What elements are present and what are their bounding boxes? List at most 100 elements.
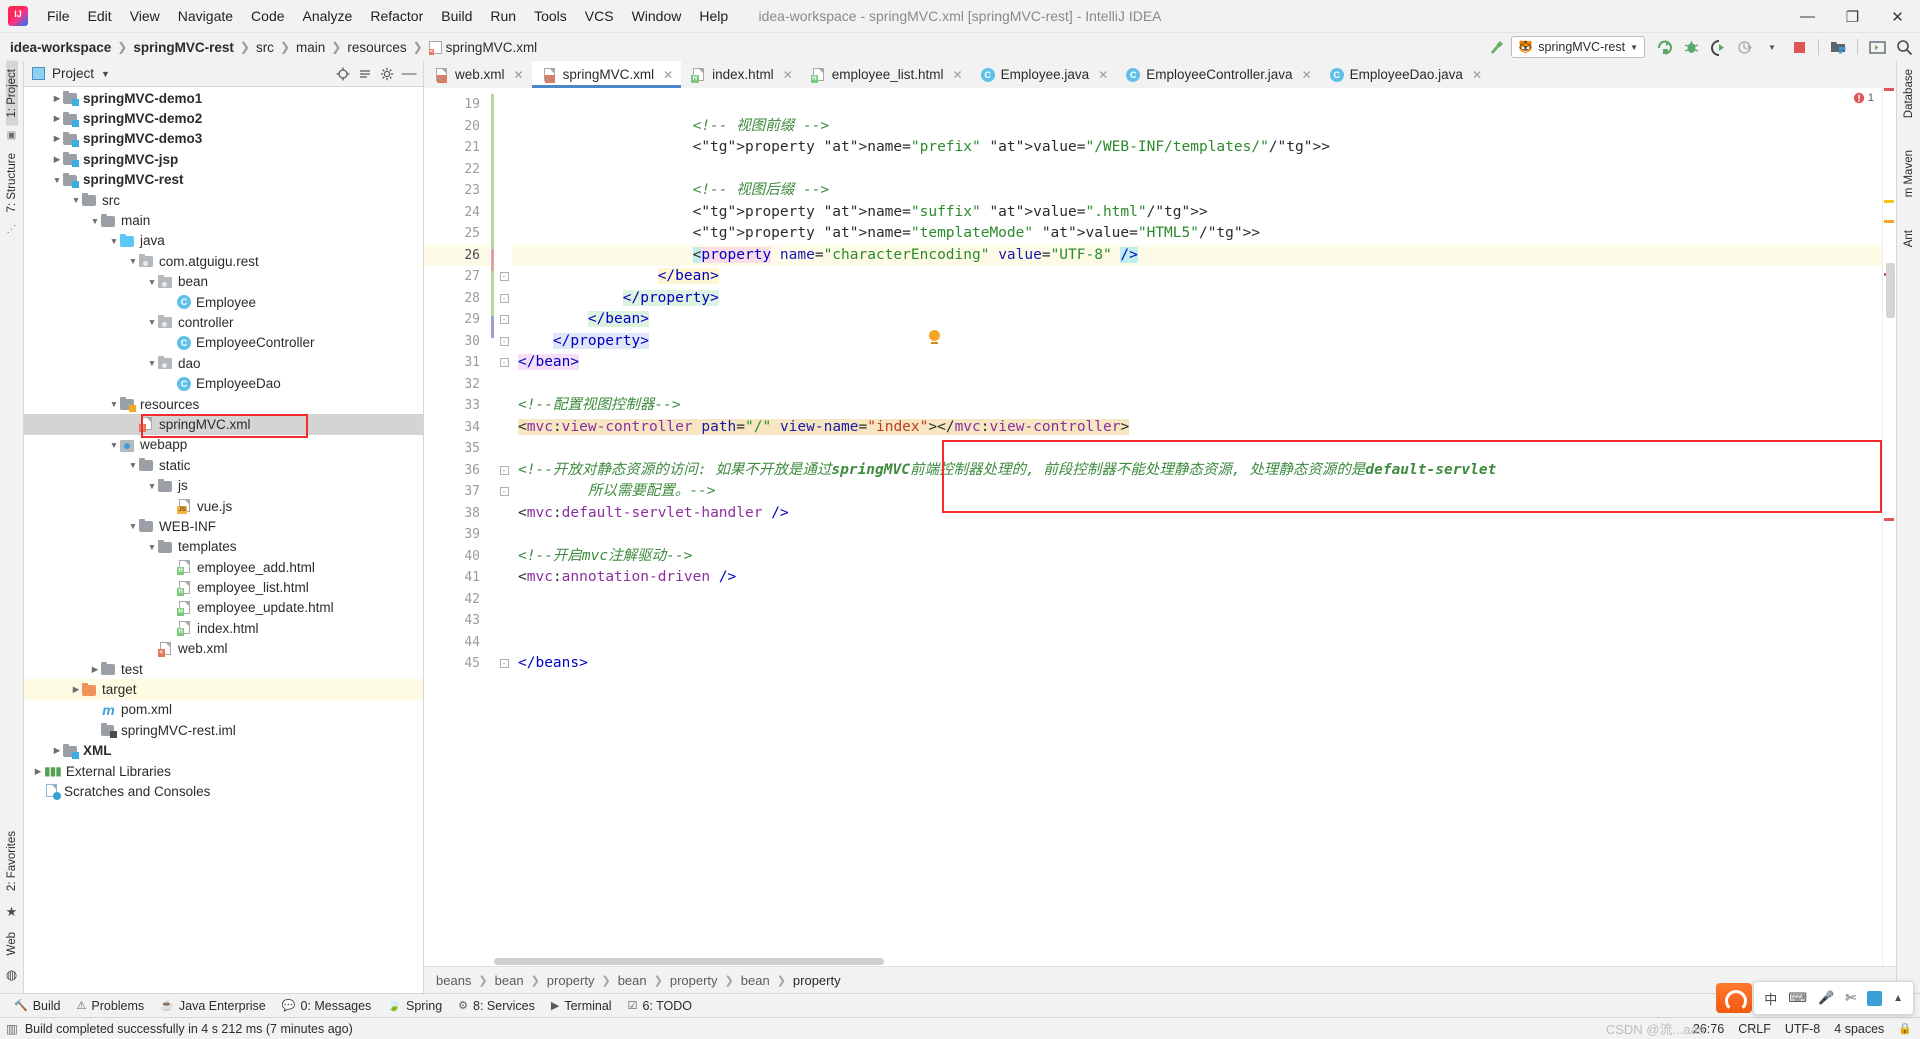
line-number[interactable]: 35: [424, 438, 490, 460]
code-line-33[interactable]: <!--配置视图控制器-->: [512, 395, 1882, 417]
breadcrumb-item-springmvc-xml[interactable]: < springMVC.xml: [428, 40, 537, 55]
line-separator[interactable]: CRLF: [1738, 1022, 1771, 1036]
editor-breadcrumb-item[interactable]: property: [547, 973, 595, 988]
menu-item-window[interactable]: Window: [623, 4, 691, 28]
screenshot-icon[interactable]: ✄: [1845, 990, 1856, 1006]
close-icon[interactable]: ✕: [953, 68, 963, 82]
code-line-29[interactable]: </bean>: [512, 309, 1882, 331]
line-number[interactable]: 44: [424, 632, 490, 654]
line-number[interactable]: 20: [424, 116, 490, 138]
run-with-coverage-icon[interactable]: [1706, 35, 1730, 59]
chevron-down-icon[interactable]: ▼: [89, 216, 101, 226]
tree-item-springmvc-xml[interactable]: ▶ <springMVC.xml: [24, 414, 423, 439]
breadcrumb-item-springmvc-rest[interactable]: springMVC-rest: [133, 40, 234, 55]
tree-item-employee[interactable]: ▶ CEmployee: [24, 292, 423, 312]
menu-item-run[interactable]: Run: [481, 4, 525, 28]
code-line-34[interactable]: <mvc:view-controller path="/" view-name=…: [512, 417, 1882, 439]
code-text[interactable]: <!-- 视图前缀 --> <"tg">property "at">name="…: [512, 88, 1882, 966]
lock-icon[interactable]: 🔒: [1898, 1022, 1912, 1035]
error-stripe[interactable]: [1882, 88, 1896, 966]
code-folding-gutter[interactable]: --------: [496, 88, 512, 966]
chevron-down-icon[interactable]: ▼: [127, 521, 139, 531]
sidebar-item-project[interactable]: 1: Project: [5, 61, 18, 126]
chevron-right-icon[interactable]: ▶: [51, 154, 63, 165]
line-number[interactable]: 31: [424, 352, 490, 374]
tree-item-employeecontroller[interactable]: ▶ CEmployeeController: [24, 333, 423, 353]
tree-item-com-atguigu-rest[interactable]: ▼ com.atguigu.rest: [24, 251, 423, 271]
menu-item-navigate[interactable]: Navigate: [169, 4, 242, 28]
sidebar-item-structure[interactable]: 7: Structure: [6, 145, 18, 220]
code-line-38[interactable]: <mvc:default-servlet-handler />: [512, 503, 1882, 525]
tree-item-springmvc-jsp[interactable]: ▶ springMVC-jsp: [24, 149, 423, 169]
line-number[interactable]: 29: [424, 309, 490, 331]
tree-item-employee-update-html[interactable]: ▶ Hemployee_update.html: [24, 598, 423, 618]
close-icon[interactable]: ✕: [1302, 68, 1312, 82]
tab-employee-java[interactable]: C Employee.java ✕: [971, 61, 1117, 88]
inspection-widget[interactable]: 1: [1853, 92, 1874, 104]
tree-item-src[interactable]: ▼ src: [24, 190, 423, 210]
close-icon[interactable]: ✕: [1472, 68, 1482, 82]
menu-item-analyze[interactable]: Analyze: [294, 4, 362, 28]
intention-bulb-icon[interactable]: [929, 330, 940, 344]
chevron-down-icon[interactable]: ▼: [108, 440, 120, 450]
code-editor[interactable]: 19 20 21 22 23 24 25 26 27 28 29 30 31 32 33 34 35 36 37 38…: [424, 88, 1896, 966]
microphone-icon[interactable]: 🎤: [1818, 990, 1834, 1006]
close-icon[interactable]: ✕: [663, 68, 673, 82]
line-number[interactable]: 42: [424, 589, 490, 611]
line-number[interactable]: 39: [424, 524, 490, 546]
tool-window-0-messages[interactable]: 💬 0: Messages: [274, 997, 380, 1015]
line-number[interactable]: 26: [424, 244, 490, 266]
tree-item-vue-js[interactable]: ▶ JSvue.js: [24, 496, 423, 516]
line-number[interactable]: 24: [424, 202, 490, 224]
line-number[interactable]: 40: [424, 546, 490, 568]
horizontal-scrollbar[interactable]: [494, 958, 884, 965]
line-number[interactable]: 25: [424, 223, 490, 245]
code-line-28[interactable]: </property>: [512, 288, 1882, 310]
ime-language-label[interactable]: 中: [1764, 989, 1777, 1008]
tool-window-terminal[interactable]: ▶ Terminal: [543, 997, 620, 1015]
breadcrumb-item-resources[interactable]: resources: [347, 40, 406, 55]
editor-breadcrumb-item[interactable]: beans: [436, 973, 471, 988]
tool-window-problems[interactable]: ⚠ Problems: [69, 997, 153, 1015]
code-line-22[interactable]: [512, 159, 1882, 181]
line-number[interactable]: 23: [424, 180, 490, 202]
line-number[interactable]: 28: [424, 288, 490, 310]
code-line-26[interactable]: <property name="characterEncoding" value…: [512, 244, 1882, 266]
tree-item-index-html[interactable]: ▶ Hindex.html: [24, 618, 423, 638]
fold-marker-icon[interactable]: -: [496, 653, 512, 675]
code-line-43[interactable]: [512, 610, 1882, 632]
tree-item-static[interactable]: ▼ static: [24, 455, 423, 475]
chevron-down-icon[interactable]: ▼: [146, 481, 158, 491]
tool-window-spring[interactable]: 🍃 Spring: [379, 997, 450, 1015]
code-line-44[interactable]: [512, 632, 1882, 654]
line-number[interactable]: 21: [424, 137, 490, 159]
line-number[interactable]: 41: [424, 567, 490, 589]
tree-item-springmvc-demo3[interactable]: ▶ springMVC-demo3: [24, 129, 423, 149]
tree-item-controller[interactable]: ▼ controller: [24, 312, 423, 332]
tree-item-springmvc-demo2[interactable]: ▶ springMVC-demo2: [24, 108, 423, 128]
tree-item-employeedao[interactable]: ▶ CEmployeeDao: [24, 373, 423, 393]
terminal-icon[interactable]: [1865, 35, 1889, 59]
line-number[interactable]: 34: [424, 417, 490, 439]
chevron-right-icon[interactable]: ▶: [32, 766, 44, 777]
tree-item-dao[interactable]: ▼ dao: [24, 353, 423, 373]
chevron-up-icon[interactable]: ▲: [1893, 993, 1903, 1004]
tab-springmvc-xml[interactable]: < springMVC.xml ✕: [531, 61, 682, 88]
tab-employeedao-java[interactable]: C EmployeeDao.java ✕: [1320, 61, 1490, 88]
tool-window-build[interactable]: 🔨 Build: [6, 997, 69, 1015]
fold-marker-icon[interactable]: -: [496, 288, 512, 310]
editor-breadcrumb-item[interactable]: bean: [618, 973, 647, 988]
tree-item-bean[interactable]: ▼ bean: [24, 272, 423, 292]
gear-icon[interactable]: [377, 64, 397, 84]
code-line-20[interactable]: <!-- 视图前缀 -->: [512, 116, 1882, 138]
chevron-right-icon[interactable]: ▶: [70, 684, 82, 695]
code-line-40[interactable]: <!--开启mvc注解驱动-->: [512, 546, 1882, 568]
tool-window-6-todo[interactable]: ☑ 6: TODO: [620, 997, 700, 1015]
chevron-down-icon[interactable]: ▼: [146, 317, 158, 327]
build-hammer-icon[interactable]: [1484, 35, 1508, 59]
hide-icon[interactable]: —: [399, 64, 419, 84]
menu-item-view[interactable]: View: [121, 4, 169, 28]
line-number[interactable]: 37: [424, 481, 490, 503]
maximize-button[interactable]: ❐: [1830, 0, 1875, 33]
line-number[interactable]: 27: [424, 266, 490, 288]
